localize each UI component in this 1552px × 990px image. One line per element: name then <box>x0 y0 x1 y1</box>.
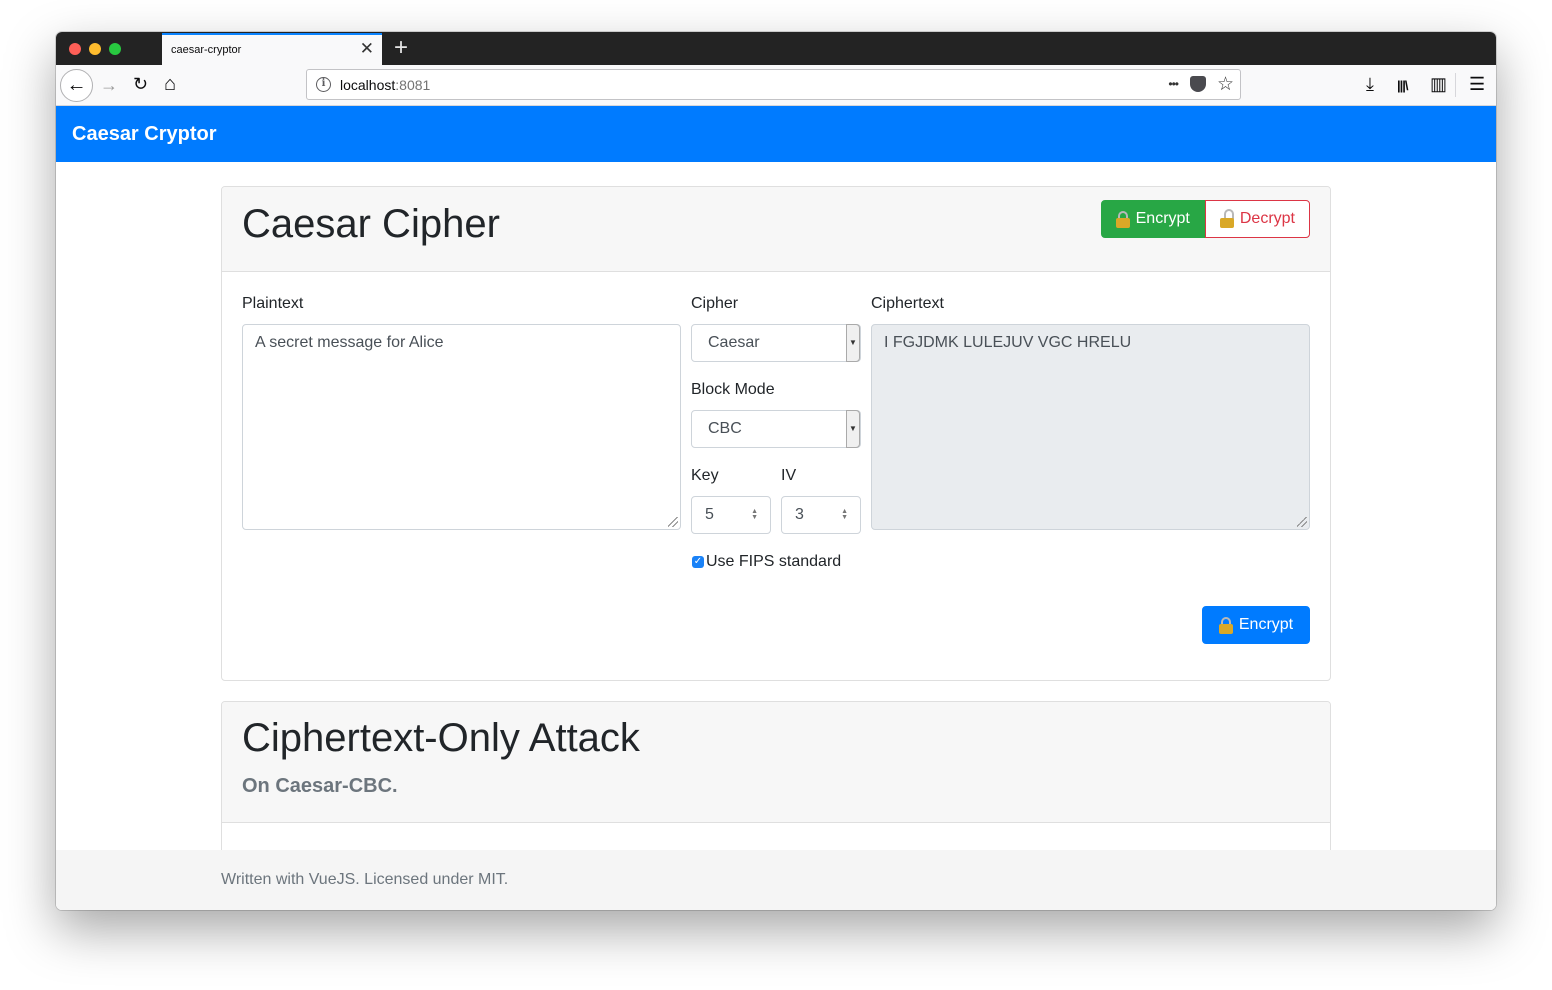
block-mode-label: Block Mode <box>691 381 775 398</box>
home-button[interactable]: ⌂ <box>164 74 176 94</box>
library-icon[interactable]: |||\ <box>1397 76 1408 96</box>
iv-value: 3 <box>795 506 804 523</box>
footer: Written with VueJS. Licensed under MIT. <box>56 850 1496 910</box>
reload-button[interactable]: ↻ <box>133 74 148 94</box>
plaintext-label: Plaintext <box>242 295 304 312</box>
cipher-card: Caesar Cipher Encrypt Decrypt Plaintext … <box>221 186 1331 681</box>
spinner-icon[interactable]: ▲ ▼ <box>751 508 758 521</box>
encrypt-submit-label: Encrypt <box>1238 616 1294 633</box>
attack-card-header: Ciphertext-Only Attack On Caesar-CBC. <box>222 702 1330 823</box>
ciphertext-label: Ciphertext <box>871 295 944 312</box>
forward-button[interactable]: → <box>100 75 118 95</box>
url-text: localhost:8081 <box>340 77 430 93</box>
minimize-window-button[interactable] <box>89 43 101 55</box>
block-mode-select-value: CBC <box>708 420 742 437</box>
decrypt-mode-button[interactable]: Decrypt <box>1204 200 1310 238</box>
key-input[interactable]: 5 ▲ ▼ <box>691 496 771 534</box>
cipher-select-value: Caesar <box>708 334 760 351</box>
url-host: localhost <box>340 77 396 93</box>
cipher-title: Caesar Cipher <box>242 202 500 246</box>
dropdown-arrow-icon: ▼ <box>846 410 860 448</box>
mode-toggle: Encrypt Decrypt <box>1100 200 1310 238</box>
iv-label: IV <box>781 467 797 484</box>
resize-grip-icon[interactable] <box>1297 517 1307 527</box>
lock-icon <box>1115 210 1130 228</box>
url-port: :8081 <box>395 77 431 93</box>
attack-subtitle: On Caesar-CBC. <box>242 775 398 797</box>
toolbar-divider <box>1455 73 1456 97</box>
ciphertext-value: I FGJDMK LULEJUV VGC HRELU <box>884 334 1132 351</box>
unlock-icon <box>1219 208 1234 228</box>
bookmark-star-icon[interactable]: ☆ <box>1217 73 1234 96</box>
decrypt-mode-label: Decrypt <box>1239 210 1295 227</box>
maximize-window-button[interactable] <box>109 43 121 55</box>
browser-window: caesar-cryptor ✕ + ← → ↻ ⌂ i localhost:8… <box>56 32 1496 910</box>
navbar-brand[interactable]: Caesar Cryptor <box>72 123 217 146</box>
lock-icon <box>1218 616 1233 634</box>
block-mode-select[interactable]: CBC ▼ <box>691 410 861 448</box>
spinner-icon[interactable]: ▲ ▼ <box>841 508 848 521</box>
encrypt-mode-button[interactable]: Encrypt <box>1100 200 1205 238</box>
new-tab-button[interactable]: + <box>394 34 408 62</box>
key-label: Key <box>691 467 719 484</box>
encrypt-submit-button[interactable]: Encrypt <box>1202 606 1310 644</box>
fips-checkbox[interactable]: ✓ <box>692 556 704 568</box>
resize-grip-icon[interactable] <box>668 517 678 527</box>
app-navbar: Caesar Cryptor <box>56 106 1496 162</box>
tab-bar: caesar-cryptor ✕ + <box>56 32 1496 65</box>
downloads-icon[interactable]: ⤓ <box>1366 74 1374 94</box>
fips-label[interactable]: Use FIPS standard <box>706 553 841 571</box>
attack-title: Ciphertext-Only Attack <box>242 716 640 760</box>
tab-close-icon[interactable]: ✕ <box>360 40 374 57</box>
encrypt-mode-label: Encrypt <box>1135 210 1190 227</box>
site-info-icon[interactable]: i <box>316 77 331 92</box>
cipher-card-header: Caesar Cipher Encrypt Decrypt <box>222 187 1330 272</box>
page-actions-icon[interactable]: ••• <box>1168 77 1179 91</box>
browser-tab[interactable]: caesar-cryptor ✕ <box>162 33 382 65</box>
browser-toolbar: ← → ↻ ⌂ i localhost:8081 ••• ☆ ⤓ |||\ ▥ … <box>56 65 1496 106</box>
tab-title: caesar-cryptor <box>171 44 242 56</box>
fips-checkbox-row: ✓ Use FIPS standard <box>692 553 841 571</box>
menu-icon[interactable]: ☰ <box>1469 74 1485 94</box>
url-bar[interactable]: i localhost:8081 ••• ☆ <box>306 69 1241 100</box>
back-button[interactable]: ← <box>60 69 93 102</box>
cipher-label: Cipher <box>691 295 739 312</box>
plaintext-textarea[interactable]: A secret message for Alice <box>242 324 681 530</box>
plaintext-value: A secret message for Alice <box>255 334 444 351</box>
pocket-icon[interactable] <box>1190 76 1206 92</box>
iv-input[interactable]: 3 ▲ ▼ <box>781 496 861 534</box>
footer-text: Written with VueJS. Licensed under MIT. <box>221 871 509 888</box>
page-viewport: Caesar Cryptor Caesar Cipher Encrypt Dec… <box>56 106 1496 910</box>
close-window-button[interactable] <box>69 43 81 55</box>
ciphertext-textarea[interactable]: I FGJDMK LULEJUV VGC HRELU <box>871 324 1310 530</box>
cipher-select[interactable]: Caesar ▼ <box>691 324 861 362</box>
dropdown-arrow-icon: ▼ <box>846 324 860 362</box>
sidebar-icon[interactable]: ▥ <box>1430 74 1447 94</box>
key-value: 5 <box>705 506 714 523</box>
